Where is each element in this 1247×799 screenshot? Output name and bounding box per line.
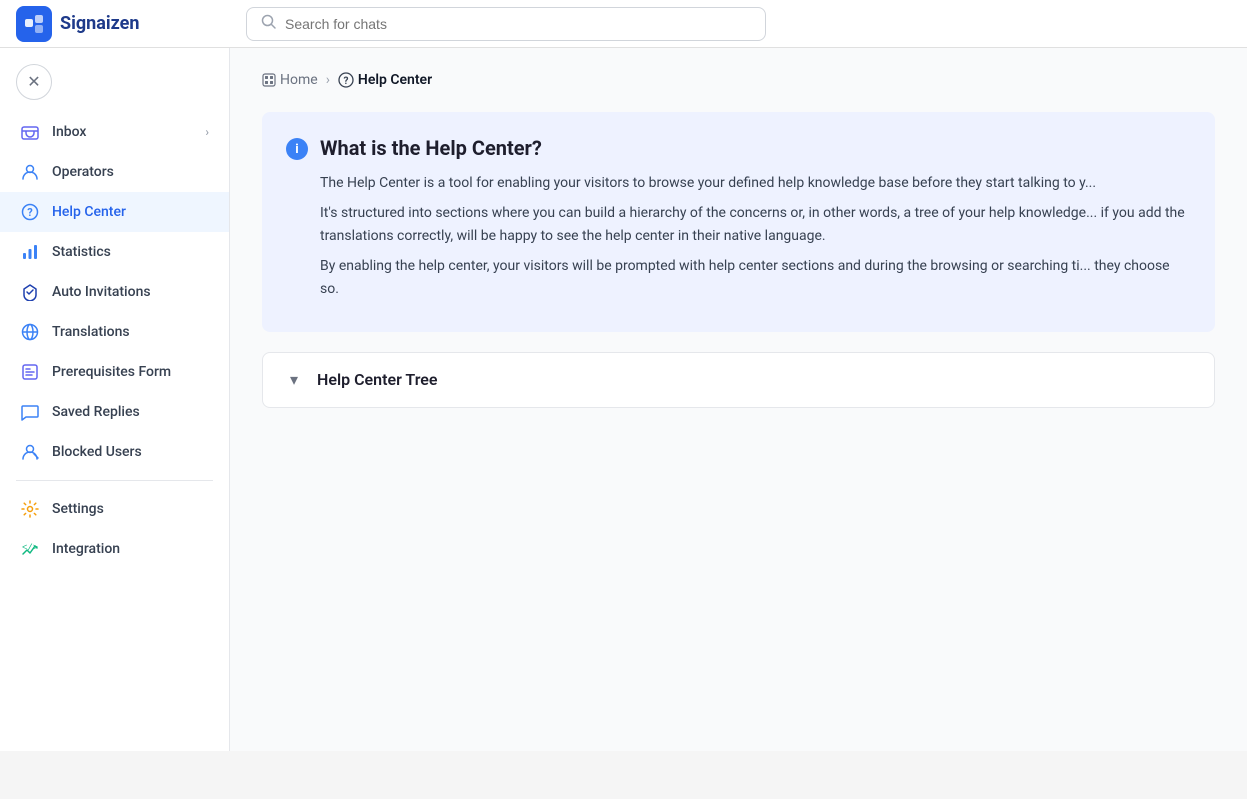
tree-header[interactable]: ▾ Help Center Tree bbox=[263, 353, 1214, 407]
inbox-arrow-icon: › bbox=[205, 125, 209, 139]
inbox-icon bbox=[20, 122, 40, 142]
svg-text:?: ? bbox=[343, 76, 348, 87]
sidebar-item-blocked-users[interactable]: Blocked Users bbox=[0, 432, 229, 472]
sidebar-item-help-center-label: Help Center bbox=[52, 204, 126, 220]
operators-icon bbox=[20, 162, 40, 182]
integration-icon: </> bbox=[20, 539, 40, 559]
breadcrumb-home[interactable]: Home bbox=[262, 72, 318, 88]
top-header: Signaizen bbox=[0, 0, 1247, 48]
breadcrumb-home-label: Home bbox=[280, 72, 318, 88]
logo-area: Signaizen bbox=[16, 6, 246, 42]
tree-section: ▾ Help Center Tree bbox=[262, 352, 1215, 408]
close-icon: ✕ bbox=[27, 72, 40, 92]
info-box-paragraph1: The Help Center is a tool for enabling y… bbox=[286, 172, 1191, 194]
sidebar-divider bbox=[16, 480, 213, 481]
translations-icon bbox=[20, 322, 40, 342]
breadcrumb-current: ? Help Center bbox=[338, 72, 432, 88]
sidebar: ✕ Inbox › Operators bbox=[0, 48, 230, 751]
sidebar-item-integration[interactable]: </> Integration bbox=[0, 529, 229, 569]
sidebar-item-operators-label: Operators bbox=[52, 164, 114, 180]
blockedusers-icon bbox=[20, 442, 40, 462]
svg-text:?: ? bbox=[27, 206, 33, 219]
sidebar-item-saved-replies[interactable]: Saved Replies bbox=[0, 392, 229, 432]
info-box-title: What is the Help Center? bbox=[320, 136, 542, 160]
logo-text: Signaizen bbox=[60, 13, 139, 34]
tree-section-title: Help Center Tree bbox=[317, 370, 438, 389]
svg-text:</>: </> bbox=[22, 543, 38, 553]
savedreplies-icon bbox=[20, 402, 40, 422]
sidebar-item-auto-invitations[interactable]: Auto Invitations bbox=[0, 272, 229, 312]
info-box-paragraph3: By enabling the help center, your visito… bbox=[286, 255, 1191, 300]
sidebar-item-statistics[interactable]: Statistics bbox=[0, 232, 229, 272]
info-box-paragraph2: It's structured into sections where you … bbox=[286, 202, 1191, 247]
sidebar-item-saved-replies-label: Saved Replies bbox=[52, 404, 140, 420]
sidebar-item-translations-label: Translations bbox=[52, 324, 130, 340]
sidebar-item-inbox[interactable]: Inbox › bbox=[0, 112, 229, 152]
close-button[interactable]: ✕ bbox=[16, 64, 52, 100]
sidebar-item-auto-invitations-label: Auto Invitations bbox=[52, 284, 151, 300]
sidebar-item-inbox-label: Inbox bbox=[52, 124, 86, 140]
tree-chevron-icon: ▾ bbox=[283, 369, 305, 391]
helpcenter-icon: ? bbox=[20, 202, 40, 222]
search-input[interactable] bbox=[285, 16, 751, 32]
info-circle-icon: i bbox=[286, 138, 308, 160]
sidebar-item-settings-label: Settings bbox=[52, 501, 104, 517]
sidebar-item-integration-label: Integration bbox=[52, 541, 120, 557]
logo-icon bbox=[16, 6, 52, 42]
search-icon bbox=[261, 14, 277, 34]
sidebar-item-help-center[interactable]: ? Help Center bbox=[0, 192, 229, 232]
sidebar-item-translations[interactable]: Translations bbox=[0, 312, 229, 352]
sidebar-item-blocked-users-label: Blocked Users bbox=[52, 444, 142, 460]
statistics-icon bbox=[20, 242, 40, 262]
info-box-header: i What is the Help Center? bbox=[286, 136, 1191, 160]
breadcrumb-current-label: Help Center bbox=[358, 72, 432, 88]
breadcrumb-separator: › bbox=[326, 72, 330, 88]
sidebar-item-prerequisites-form[interactable]: Prerequisites Form bbox=[0, 352, 229, 392]
sidebar-item-settings[interactable]: Settings bbox=[0, 489, 229, 529]
search-bar[interactable] bbox=[246, 7, 766, 41]
home-icon bbox=[262, 73, 276, 87]
settings-icon bbox=[20, 499, 40, 519]
sidebar-item-prerequisites-label: Prerequisites Form bbox=[52, 364, 171, 380]
sidebar-item-statistics-label: Statistics bbox=[52, 244, 111, 260]
content-area: Home › ? Help Center i What is the Help … bbox=[230, 48, 1247, 751]
autoinvitations-icon bbox=[20, 282, 40, 302]
main-layout: ✕ Inbox › Operators bbox=[0, 48, 1247, 751]
breadcrumb-help-icon: ? bbox=[338, 72, 354, 88]
info-box: i What is the Help Center? The Help Cent… bbox=[262, 112, 1215, 332]
breadcrumb: Home › ? Help Center bbox=[262, 72, 1215, 88]
sidebar-item-operators[interactable]: Operators bbox=[0, 152, 229, 192]
prerequisites-icon bbox=[20, 362, 40, 382]
